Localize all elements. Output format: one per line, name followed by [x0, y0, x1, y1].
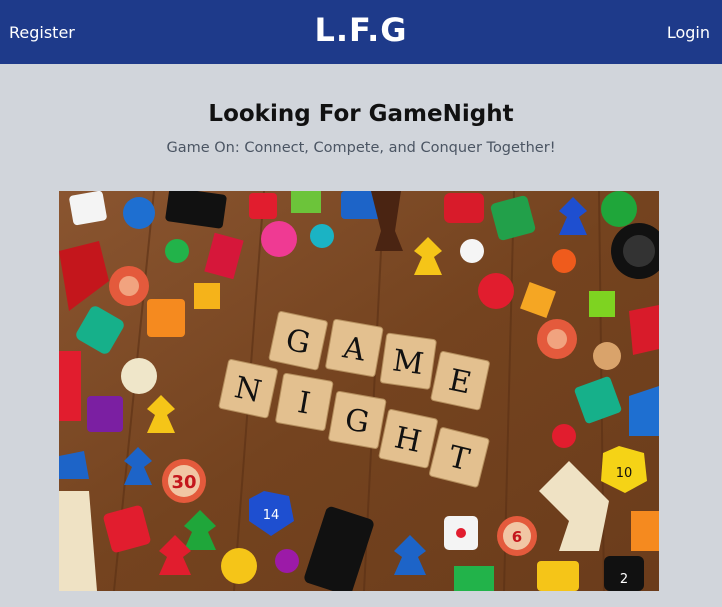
chip-30-label: 30: [171, 472, 196, 493]
tile-e: E: [430, 351, 490, 411]
login-link[interactable]: Login: [667, 23, 710, 42]
die-14-label: 14: [263, 508, 280, 523]
tile-m: M: [379, 332, 437, 390]
page-title: Looking For GameNight: [208, 101, 514, 127]
svg-text:M: M: [390, 343, 425, 382]
page-subtitle: Game On: Connect, Compete, and Conquer T…: [166, 140, 556, 156]
brand-logo-wrap: L.F.G: [0, 11, 722, 49]
die-2-label: 2: [620, 572, 628, 587]
die-10-label: 10: [616, 466, 633, 481]
tile-n: N: [218, 359, 278, 419]
hero-section: Looking For GameNight Game On: Connect, …: [0, 100, 722, 158]
navbar: Register L.F.G Login: [0, 0, 722, 64]
chip-6-label: 6: [512, 528, 522, 546]
register-link[interactable]: Register: [9, 23, 75, 42]
tile-g2: G: [328, 390, 387, 449]
game-night-image: G A M E N I G H T 30 14 6 10 2: [59, 191, 659, 591]
tile-g1: G: [268, 311, 328, 371]
brand-logo[interactable]: L.F.G: [314, 11, 407, 49]
tile-i: I: [275, 372, 334, 431]
tile-a: A: [325, 318, 384, 377]
tile-h: H: [378, 409, 438, 469]
game-night-illustration: G A M E N I G H T 30 14 6 10 2: [59, 191, 659, 591]
